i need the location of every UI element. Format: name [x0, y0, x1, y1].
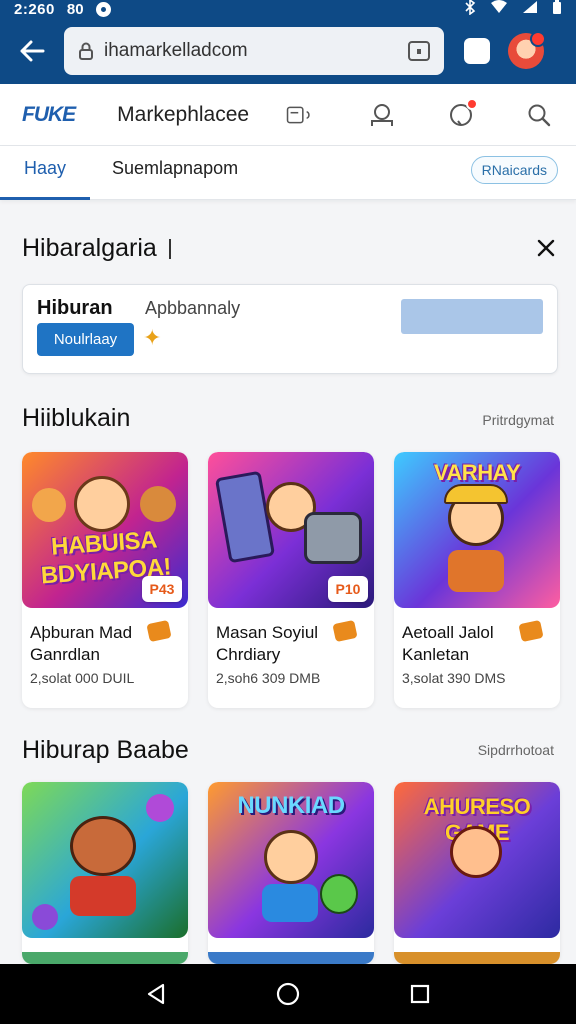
- notification-bell-icon[interactable]: [448, 98, 478, 128]
- status-extra: 80: [66, 0, 84, 18]
- game-title: Aetoall Jalol Kanletan: [402, 623, 494, 664]
- character-image: [450, 826, 502, 878]
- square-recents-icon: [410, 984, 430, 1004]
- url-text: ihamarkelladcom: [104, 40, 248, 61]
- orb-image: [146, 794, 174, 822]
- see-all-link-1[interactable]: Pritrdgymat: [482, 412, 554, 428]
- see-all-link-2[interactable]: Sipdrrhotoat: [478, 742, 554, 758]
- notification-dot-icon: [95, 1, 111, 17]
- game-art-title: NUNKIAD: [237, 792, 345, 819]
- game-title: Masan Soyiul Chrdiary: [216, 623, 319, 664]
- device-image: [304, 512, 362, 564]
- next-card-peek: [22, 952, 188, 964]
- game-thumbnail: AHURESO GAME: [394, 782, 560, 938]
- game-price: 2,soh6 309 DMB: [216, 670, 321, 686]
- game-card[interactable]: NUNKIAD: [208, 782, 374, 964]
- game-card[interactable]: HABUISA BDYIAPOA! P43 Aþburan Mad Ganrdl…: [22, 452, 188, 708]
- search-section-label: Hibaralgaria: [22, 234, 157, 262]
- game-thumbnail: NUNKIAD: [208, 782, 374, 938]
- game-art-title: VARHAY: [433, 460, 521, 485]
- status-bar: 2:260 80: [0, 0, 576, 18]
- app-header: FUKE Markephlacee: [0, 84, 576, 146]
- character-image: [320, 874, 358, 914]
- text-cursor: [168, 239, 171, 260]
- cart-icon[interactable]: [286, 102, 312, 128]
- nav-recents-button[interactable]: [407, 981, 433, 1007]
- promo-title: Hiburan: [37, 297, 113, 319]
- section-title-2: Hiburap Baabe: [22, 736, 189, 764]
- body-image: [70, 876, 136, 916]
- close-button[interactable]: [536, 238, 556, 258]
- game-card[interactable]: P10 Masan Soyiul Chrdiary 2,soh6 309 DMB: [208, 452, 374, 708]
- promo-button[interactable]: Noulrlaay: [37, 323, 134, 356]
- extension-button[interactable]: [464, 38, 490, 64]
- battery-icon: [552, 0, 562, 19]
- profile-icon[interactable]: [369, 102, 395, 128]
- section-title-1: Hiiblukain: [22, 404, 131, 432]
- character-image: [74, 476, 130, 532]
- tab-bar: Haay Suemlapnapom RNaicards: [0, 146, 576, 200]
- lock-icon: [79, 42, 93, 60]
- signal-icon: [522, 0, 538, 18]
- tab-active[interactable]: Haay: [24, 158, 66, 179]
- promo-input[interactable]: [401, 299, 543, 334]
- phone-image: [214, 470, 276, 564]
- game-title: Aþburan Mad Ganrdlan: [30, 623, 133, 664]
- bluetooth-icon: [464, 0, 476, 19]
- character-image: [70, 816, 136, 876]
- character-image: [32, 488, 66, 522]
- coin-icon: [146, 619, 172, 643]
- promo-card: Hiburan Apbbannaly Noulrlaay ✦: [22, 284, 558, 374]
- game-price: 3,solat 390 DMS: [402, 670, 506, 686]
- character-image: [140, 486, 176, 522]
- game-card[interactable]: [22, 782, 188, 964]
- price-tag: P43: [142, 576, 182, 602]
- nav-home-button[interactable]: [275, 981, 301, 1007]
- body-image: [262, 884, 318, 922]
- wifi-icon: [490, 0, 508, 18]
- status-time: 2:260: [14, 0, 55, 18]
- coin-icon: [332, 619, 358, 643]
- search-icon[interactable]: [526, 102, 552, 128]
- notification-badge: [466, 98, 478, 110]
- triangle-back-icon: [147, 983, 165, 1005]
- search-section-title: Hibaralgaria: [22, 234, 171, 263]
- hat-image: [444, 484, 508, 504]
- circle-home-icon: [276, 982, 300, 1006]
- game-thumbnail: [22, 782, 188, 938]
- close-icon: [537, 239, 555, 257]
- game-card[interactable]: VARHAY Aetoall Jalol Kanletan 3,solat 39…: [394, 452, 560, 708]
- nav-back-button[interactable]: [143, 981, 169, 1007]
- browser-toolbar: ihamarkelladcom: [0, 18, 576, 84]
- star-badge-icon: ✦: [143, 325, 162, 350]
- system-nav-bar: [0, 964, 576, 1024]
- page-title: Markephlacee: [117, 102, 250, 126]
- body-image: [448, 550, 504, 592]
- next-card-peek: [394, 952, 560, 964]
- price-tag: P10: [328, 576, 368, 602]
- game-thumbnail: P10: [208, 452, 374, 608]
- tab-underline: [0, 197, 90, 200]
- filter-chip[interactable]: RNaicards: [470, 156, 558, 184]
- back-button[interactable]: [14, 33, 50, 69]
- character-image: [264, 830, 318, 884]
- url-bar[interactable]: ihamarkelladcom: [64, 27, 444, 75]
- game-card[interactable]: AHURESO GAME: [394, 782, 560, 964]
- tab-inactive[interactable]: Suemlapnapom: [112, 158, 238, 179]
- tabs-icon[interactable]: [408, 41, 430, 61]
- avatar[interactable]: [508, 31, 546, 69]
- next-card-peek: [208, 952, 374, 964]
- promo-subtitle: Apbbannaly: [145, 298, 241, 318]
- orb-image: [32, 904, 58, 930]
- coin-icon: [518, 619, 544, 643]
- game-price: 2,solat 000 DUIL: [30, 670, 135, 686]
- game-thumbnail: HABUISA BDYIAPOA! P43: [22, 452, 188, 608]
- app-logo[interactable]: FUKE: [22, 103, 76, 127]
- back-arrow-icon: [20, 40, 45, 62]
- game-thumbnail: VARHAY: [394, 452, 560, 608]
